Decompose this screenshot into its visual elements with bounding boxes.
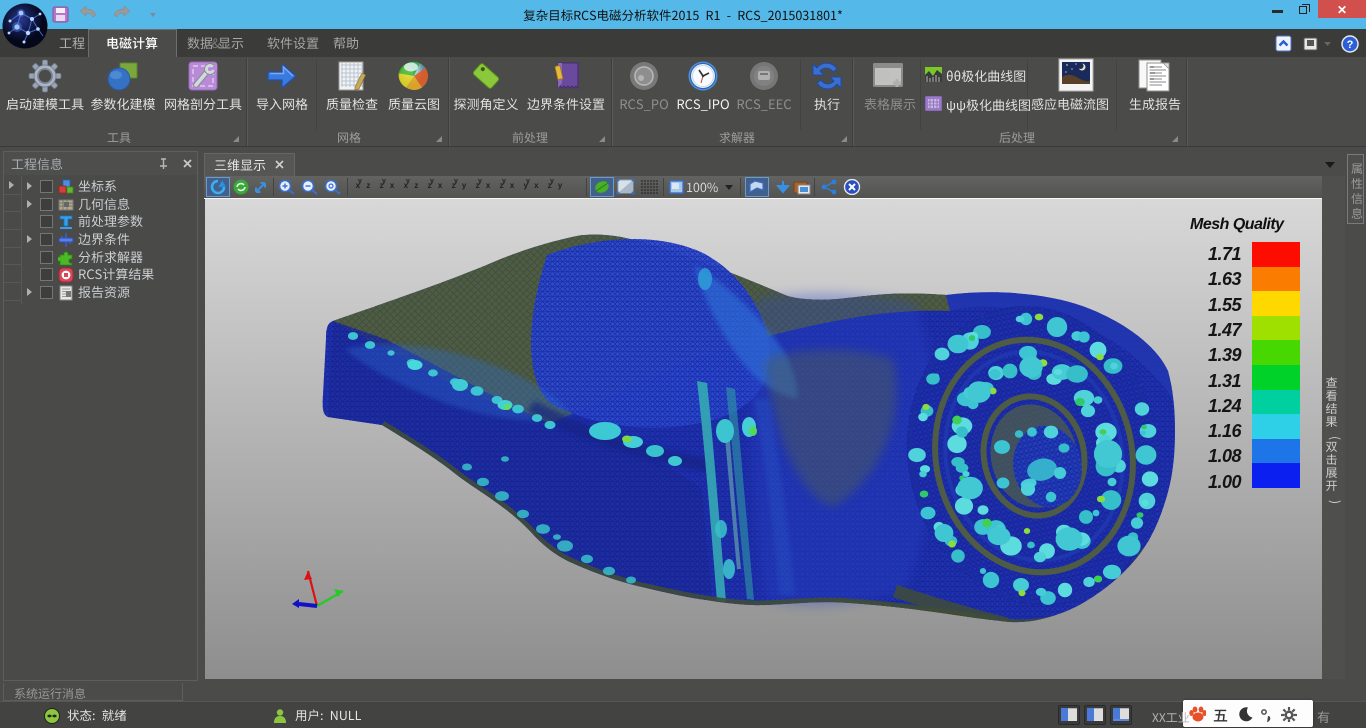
svg-text:?: ? bbox=[1347, 39, 1354, 51]
